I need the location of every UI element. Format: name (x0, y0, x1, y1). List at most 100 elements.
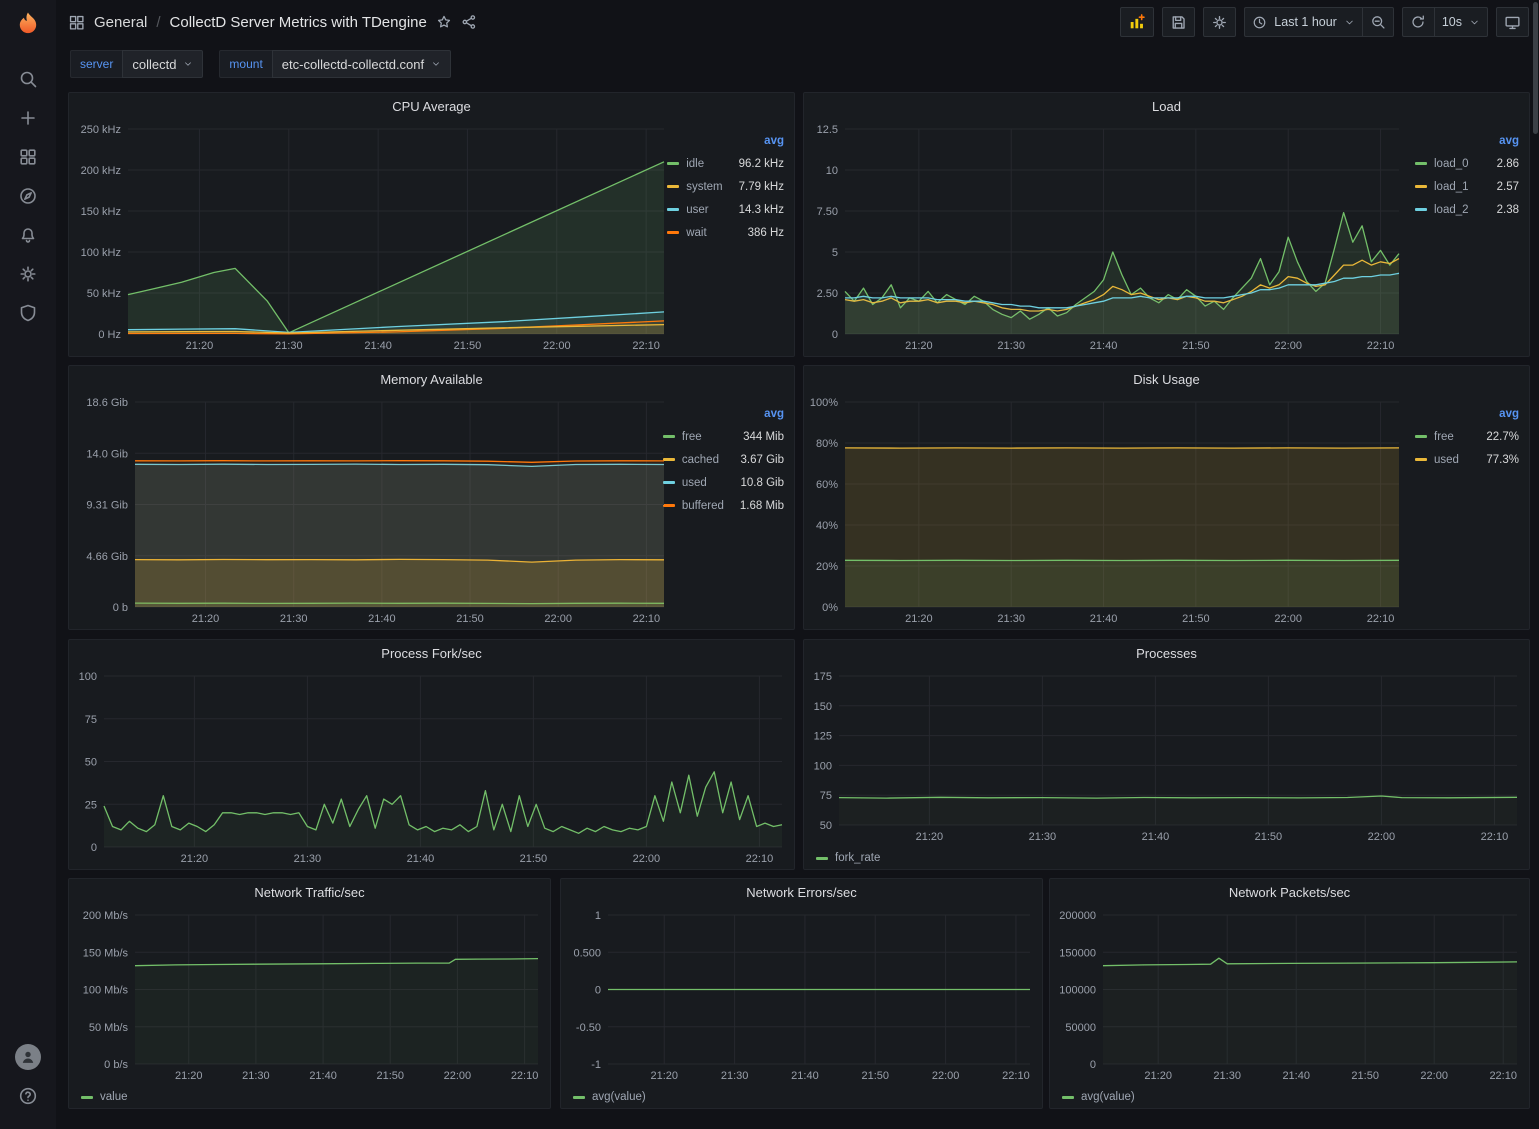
memory-available-chart[interactable]: 0 b4.66 Gib9.31 Gib14.0 Gib18.6 Gib21:20… (69, 392, 659, 629)
legend-item-user[interactable]: user14.3 kHz (667, 198, 784, 221)
save-dashboard-button[interactable] (1162, 7, 1195, 37)
cpu-average-chart[interactable]: 0 Hz50 kHz100 kHz150 kHz200 kHz250 kHz21… (69, 119, 663, 356)
time-series-plot[interactable]: 0 b4.66 Gib9.31 Gib14.0 Gib18.6 Gib21:20… (69, 392, 676, 629)
legend-item-used[interactable]: used77.3% (1415, 448, 1519, 471)
panel-title[interactable]: CPU Average (69, 93, 794, 119)
series-avg-value: 1.68 Mib (724, 500, 784, 512)
disk-usage-chart[interactable]: 0%20%40%60%80%100%21:2021:3021:4021:5022… (804, 392, 1411, 629)
legend-item-buffered[interactable]: buffered1.68 Mib (663, 494, 784, 517)
network-packets-chart[interactable]: 05000010000015000020000021:2021:3021:402… (1050, 905, 1529, 1086)
svg-text:100 kHz: 100 kHz (81, 247, 121, 259)
legend-item-wait[interactable]: wait386 Hz (667, 221, 784, 244)
panel-title[interactable]: Load (804, 93, 1529, 119)
server-admin-shield-icon[interactable] (8, 293, 48, 332)
legend-item-avg(value)[interactable]: avg(value) (573, 1087, 646, 1107)
svg-text:21:50: 21:50 (861, 1070, 889, 1082)
dashboards-icon[interactable] (8, 137, 48, 176)
help-icon[interactable] (8, 1076, 48, 1115)
series-name: free (682, 431, 702, 443)
dashboard-squares-icon[interactable] (68, 14, 85, 31)
svg-text:25: 25 (85, 799, 97, 811)
legend-item-cached[interactable]: cached3.67 Gib (663, 448, 784, 471)
series-name: system (686, 181, 722, 193)
svg-text:21:50: 21:50 (1351, 1070, 1379, 1082)
series-name: avg(value) (592, 1091, 646, 1103)
series-name: fork_rate (835, 852, 880, 864)
dashboard-settings-button[interactable] (1203, 7, 1236, 37)
series-avg-value: 2.38 (1481, 204, 1519, 216)
chevron-down-icon (1344, 17, 1355, 28)
cycle-view-mode-button[interactable] (1496, 7, 1529, 37)
zoom-out-icon (1370, 14, 1386, 30)
legend-item-system[interactable]: system7.79 kHz (667, 175, 784, 198)
legend-item-idle[interactable]: idle96.2 kHz (667, 152, 784, 175)
svg-text:40%: 40% (816, 520, 838, 532)
variable-mount-dropdown[interactable]: etc-collectd-collectd.conf (272, 50, 451, 78)
series-avg-value: 14.3 kHz (723, 204, 784, 216)
series-color-icon (1415, 162, 1427, 165)
chevron-down-icon (183, 59, 193, 69)
refresh-interval-picker[interactable]: 10s (1434, 7, 1488, 37)
variable-server-dropdown[interactable]: collectd (122, 50, 203, 78)
legend-item-load_0[interactable]: load_02.86 (1415, 152, 1519, 175)
series-name: wait (686, 227, 706, 239)
panel-title[interactable]: Memory Available (69, 366, 794, 392)
time-series-plot[interactable]: 05000010000015000020000021:2021:3021:402… (1050, 905, 1529, 1086)
time-series-plot[interactable]: 0 b/s50 Mb/s100 Mb/s150 Mb/s200 Mb/s21:2… (69, 905, 550, 1086)
panel-disk-usage: Disk Usage 0%20%40%60%80%100%21:2021:302… (803, 365, 1530, 630)
svg-text:21:30: 21:30 (275, 340, 303, 352)
legend-item-value[interactable]: value (81, 1087, 128, 1107)
process-fork-chart[interactable]: 025507510021:2021:3021:4021:5022:0022:10 (69, 666, 794, 869)
panel-title[interactable]: Network Traffic/sec (69, 879, 550, 905)
time-range-picker[interactable]: Last 1 hour (1244, 7, 1362, 37)
explore-compass-icon[interactable] (8, 176, 48, 215)
legend-item-used[interactable]: used10.8 Gib (663, 471, 784, 494)
svg-text:21:20: 21:20 (1144, 1070, 1172, 1082)
add-panel-button[interactable] (1120, 7, 1154, 37)
legend-item-load_2[interactable]: load_22.38 (1415, 198, 1519, 221)
legend-item-load_1[interactable]: load_12.57 (1415, 175, 1519, 198)
svg-text:21:20: 21:20 (916, 831, 944, 843)
grafana-logo[interactable] (11, 7, 45, 41)
share-icon[interactable] (461, 14, 477, 30)
svg-text:21:40: 21:40 (368, 613, 396, 625)
time-series-plot[interactable]: 507510012515017521:2021:3021:4021:5022:0… (804, 666, 1529, 847)
time-series-plot[interactable]: 0%20%40%60%80%100%21:2021:3021:4021:5022… (804, 392, 1411, 629)
svg-text:0.500: 0.500 (573, 947, 601, 959)
search-icon[interactable] (8, 59, 48, 98)
panel-title[interactable]: Process Fork/sec (69, 640, 794, 666)
svg-text:21:20: 21:20 (905, 613, 933, 625)
top-navbar: General / CollectD Server Metrics with T… (56, 0, 1539, 44)
breadcrumb-folder[interactable]: General (94, 14, 147, 31)
time-series-plot[interactable]: 02.5057.501012.521:2021:3021:4021:5022:0… (804, 119, 1411, 356)
legend-item-free[interactable]: free22.7% (1415, 425, 1519, 448)
legend-item-free[interactable]: free344 Mib (663, 425, 784, 448)
time-series-plot[interactable]: 025507510021:2021:3021:4021:5022:0022:10 (69, 666, 794, 869)
configuration-gear-icon[interactable] (8, 254, 48, 293)
panel-title[interactable]: Network Packets/sec (1050, 879, 1529, 905)
panel-title[interactable]: Processes (804, 640, 1529, 666)
memory-legend: avgfree344 Mibcached3.67 Gibused10.8 Gib… (659, 392, 794, 629)
processes-chart[interactable]: 507510012515017521:2021:3021:4021:5022:0… (804, 666, 1529, 847)
alerting-bell-icon[interactable] (8, 215, 48, 254)
legend-item-avg(value)[interactable]: avg(value) (1062, 1087, 1135, 1107)
zoom-out-button[interactable] (1362, 7, 1394, 37)
load-chart[interactable]: 02.5057.501012.521:2021:3021:4021:5022:0… (804, 119, 1411, 356)
network-traffic-chart[interactable]: 0 b/s50 Mb/s100 Mb/s150 Mb/s200 Mb/s21:2… (69, 905, 550, 1086)
user-avatar[interactable] (15, 1044, 41, 1070)
star-icon[interactable] (436, 14, 452, 30)
svg-text:21:40: 21:40 (791, 1070, 819, 1082)
network-errors-chart[interactable]: -1-0.5000.500121:2021:3021:4021:5022:002… (561, 905, 1042, 1086)
add-icon[interactable] (8, 98, 48, 137)
load-legend: avgload_02.86load_12.57load_22.38 (1411, 119, 1529, 356)
panel-title[interactable]: Network Errors/sec (561, 879, 1042, 905)
cpu-legend: avgidle96.2 kHzsystem7.79 kHzuser14.3 kH… (663, 119, 794, 356)
refresh-button[interactable] (1402, 7, 1434, 37)
time-series-plot[interactable]: 0 Hz50 kHz100 kHz150 kHz200 kHz250 kHz21… (69, 119, 676, 356)
scrollbar-thumb[interactable] (1533, 2, 1538, 134)
time-series-plot[interactable]: -1-0.5000.500121:2021:3021:4021:5022:002… (561, 905, 1042, 1086)
svg-text:10: 10 (826, 165, 838, 177)
legend-item-fork_rate[interactable]: fork_rate (816, 848, 880, 868)
dashboard-title[interactable]: CollectD Server Metrics with TDengine (170, 14, 427, 31)
panel-title[interactable]: Disk Usage (804, 366, 1529, 392)
